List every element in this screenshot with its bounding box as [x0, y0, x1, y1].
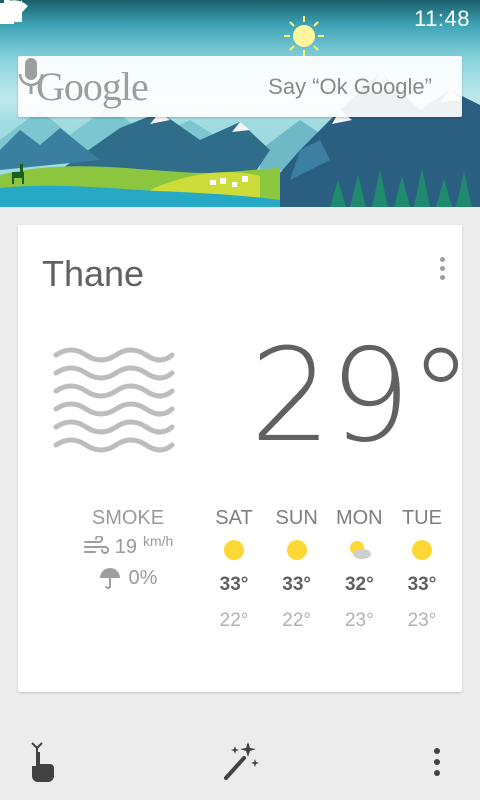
- overflow-menu-icon[interactable]: [434, 748, 442, 776]
- condition-label: SMOKE: [91, 507, 165, 529]
- sunny-icon: [286, 540, 307, 560]
- current-conditions: SMOKE 19 km/h 0%: [58, 507, 198, 590]
- forecast-low: 22°: [282, 610, 312, 631]
- umbrella-icon: [99, 567, 120, 589]
- battery-icon: [0, 0, 14, 24]
- status-time: 11:48: [414, 6, 470, 31]
- forecast-day-name: MON: [335, 507, 383, 529]
- reminder-icon[interactable]: [28, 742, 56, 782]
- bottom-bar: [0, 720, 480, 800]
- wind-info: 19 km/h: [58, 533, 198, 559]
- forecast-day-name: SAT: [215, 507, 253, 529]
- google-logo: Google: [36, 64, 149, 109]
- current-temperature: 29°: [250, 322, 473, 471]
- forecast-day: SUN 33° 22°: [269, 507, 325, 632]
- card-overflow-menu-icon[interactable]: [438, 257, 446, 281]
- precipitation-info: 0%: [58, 567, 198, 590]
- sunny-icon: [411, 540, 432, 560]
- forecast-high: 33°: [282, 574, 312, 595]
- city-name: Thane: [42, 253, 145, 294]
- forecast-low: 23°: [407, 610, 437, 631]
- forecast-day: MON 32° 23°: [331, 507, 387, 632]
- magic-wand-icon[interactable]: [222, 740, 260, 782]
- sunny-icon: [224, 540, 244, 560]
- wind-unit: km/h: [142, 533, 174, 549]
- voice-hint: Say “Ok Google”: [268, 73, 432, 99]
- forecast-low: 22°: [219, 610, 249, 631]
- forecast-day: TUE 33° 23°: [394, 507, 450, 632]
- forecast-day-name: TUE: [401, 507, 442, 529]
- forecast-row: SAT 33° 22° SUN 33° 22° MON 32° 23° TUE: [206, 507, 450, 632]
- header-banner: 11:48 Google Say “Ok Google”: [0, 0, 480, 207]
- forecast-day: SAT 33° 22°: [206, 507, 262, 632]
- partly-cloudy-icon: [350, 541, 372, 559]
- status-bar: 11:48: [0, 0, 480, 38]
- search-bar[interactable]: Google Say “Ok Google”: [18, 56, 462, 117]
- smoke-haze-icon: [53, 347, 175, 453]
- wind-icon: [83, 536, 109, 554]
- precipitation-chance: 0%: [128, 567, 158, 589]
- forecast-high: 33°: [407, 574, 437, 595]
- weather-card[interactable]: Thane 29° SMOKE 19 km/h 0% SAT 33° 22° S…: [18, 225, 473, 692]
- wind-speed: 19: [114, 536, 137, 558]
- forecast-low: 23°: [344, 610, 374, 631]
- forecast-high: 32°: [344, 574, 374, 595]
- microphone-icon[interactable]: [18, 56, 44, 96]
- forecast-high: 33°: [219, 574, 249, 595]
- forecast-day-name: SUN: [275, 507, 318, 529]
